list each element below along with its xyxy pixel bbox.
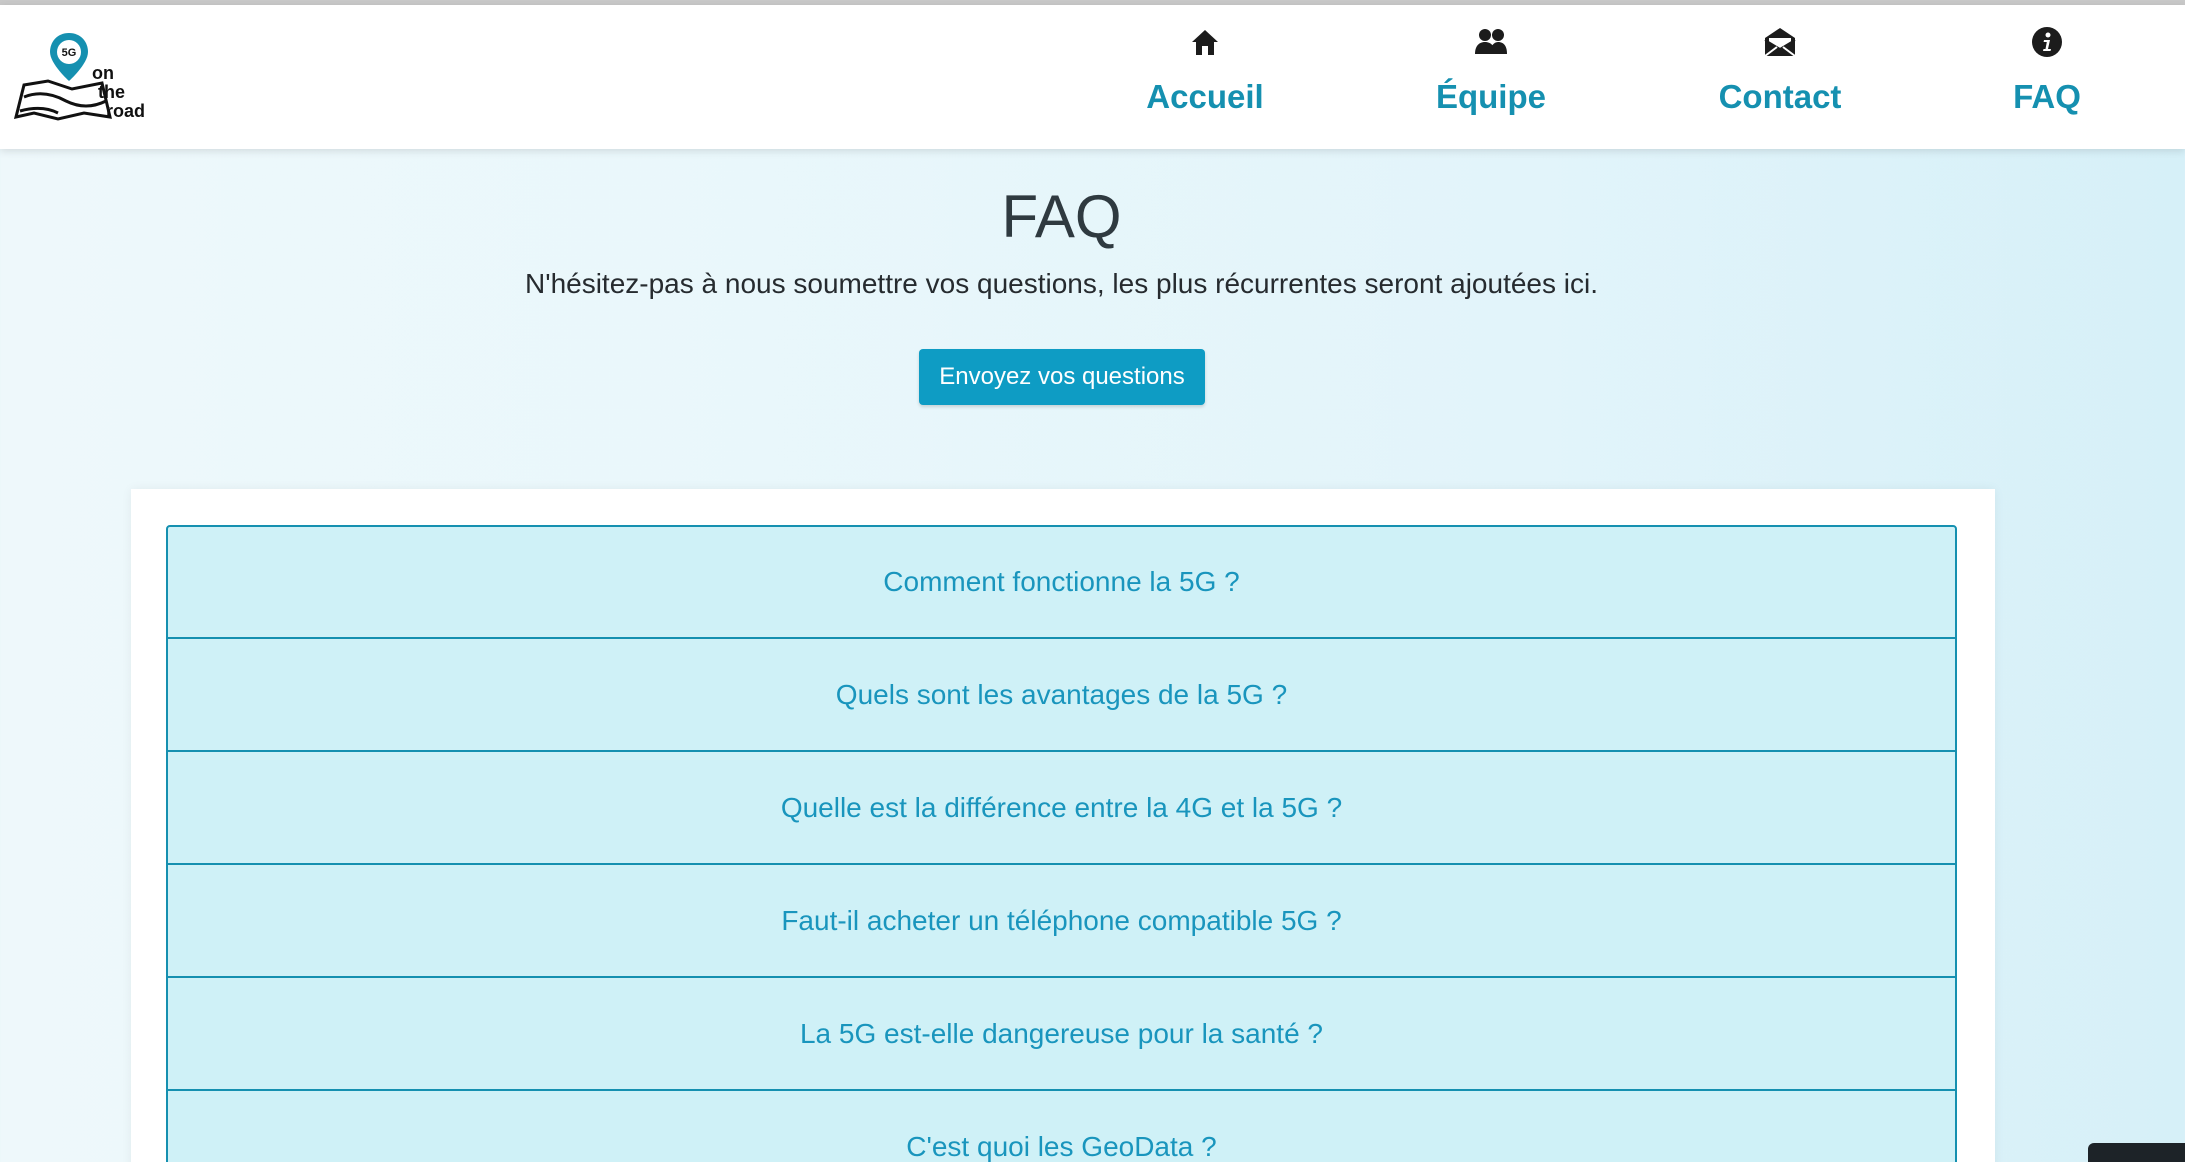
- nav-label: Équipe: [1435, 78, 1546, 115]
- home-icon: [1188, 25, 1222, 59]
- info-circle-icon: [2030, 25, 2064, 59]
- faq-question-4g-vs-5g[interactable]: Quelle est la différence entre la 4G et …: [166, 752, 1957, 865]
- nav-item-faq[interactable]: FAQ: [2005, 25, 2089, 135]
- nav-label: FAQ: [2013, 78, 2081, 115]
- page-subtitle: N'hésitez-pas à nous soumettre vos quest…: [525, 268, 1598, 299]
- svg-text:5G: 5G: [62, 47, 77, 59]
- faq-card: Comment fonctionne la 5G ? Quels sont le…: [131, 489, 1995, 1162]
- site-header: 5G on the road Accueil Équipe Contact FA…: [0, 5, 2185, 149]
- page-title: FAQ: [1001, 183, 1122, 250]
- svg-text:on: on: [92, 63, 114, 83]
- users-icon: [1474, 25, 1508, 59]
- nav-item-accueil[interactable]: Accueil: [1145, 25, 1265, 135]
- faq-question-compatible-phone[interactable]: Faut-il acheter un téléphone compatible …: [166, 865, 1957, 978]
- svg-text:road: road: [106, 101, 145, 121]
- svg-text:the: the: [98, 82, 125, 102]
- send-questions-button[interactable]: Envoyez vos questions: [919, 349, 1205, 405]
- faq-accordion: Comment fonctionne la 5G ? Quels sont le…: [166, 525, 1957, 1162]
- logo[interactable]: 5G on the road: [14, 27, 164, 127]
- nav-label: Contact: [1718, 78, 1842, 115]
- nav-item-equipe[interactable]: Équipe: [1430, 25, 1552, 135]
- faq-question-5g-functioning[interactable]: Comment fonctionne la 5G ?: [166, 525, 1957, 639]
- faq-question-5g-advantages[interactable]: Quels sont les avantages de la 5G ?: [166, 639, 1957, 752]
- nav-item-contact[interactable]: Contact: [1715, 25, 1845, 135]
- nav-label: Accueil: [1146, 78, 1264, 115]
- envelope-open-icon: [1763, 25, 1797, 59]
- faq-question-health[interactable]: La 5G est-elle dangereuse pour la santé …: [166, 978, 1957, 1091]
- corner-widget[interactable]: [2088, 1143, 2185, 1162]
- faq-question-geodata[interactable]: C'est quoi les GeoData ?: [166, 1091, 1957, 1162]
